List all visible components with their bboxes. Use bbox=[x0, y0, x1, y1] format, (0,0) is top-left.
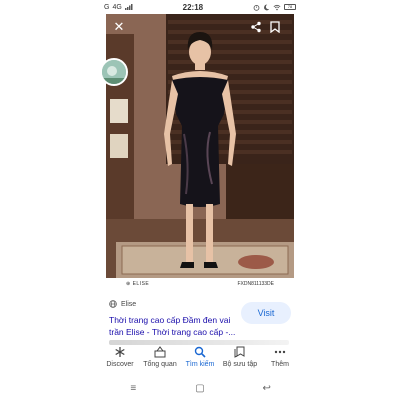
source-name: Elise bbox=[121, 300, 137, 308]
share-icon[interactable] bbox=[250, 18, 268, 36]
side-thumbnail[interactable] bbox=[100, 58, 128, 86]
signal-icon bbox=[124, 4, 133, 10]
nav-collections[interactable]: Bộ sưu tập bbox=[220, 346, 260, 368]
nav-discover[interactable]: Discover bbox=[100, 346, 140, 368]
nav-label: Bộ sưu tập bbox=[222, 361, 258, 368]
source-row[interactable]: Elise bbox=[109, 300, 136, 308]
visit-button[interactable]: Visit bbox=[241, 302, 291, 324]
nav-label: Tổng quan bbox=[143, 361, 177, 368]
blurred-snippet bbox=[109, 340, 289, 345]
asterisk-icon bbox=[115, 347, 125, 357]
alarm-icon bbox=[253, 4, 260, 11]
search-icon bbox=[194, 346, 206, 358]
collections-icon bbox=[234, 346, 245, 358]
wifi-icon bbox=[273, 4, 281, 10]
google-indicator: G bbox=[104, 3, 110, 11]
caption-brand-text: ELISE bbox=[132, 281, 150, 287]
nav-more[interactable]: Thêm bbox=[260, 346, 300, 368]
nav-overview[interactable]: Tổng quan bbox=[140, 346, 180, 368]
status-time: 22:18 bbox=[182, 2, 204, 12]
status-left: G 4G bbox=[104, 4, 133, 11]
phone-screen: G 4G 22:18 78 ✕ ⊕ ELISE FXDN811133DE Eli… bbox=[100, 0, 300, 400]
status-right: 78 bbox=[253, 4, 296, 11]
moon-icon bbox=[264, 4, 270, 10]
image-caption: ⊕ ELISE FXDN811133DE bbox=[106, 278, 294, 290]
caption-code: FXDN811133DE bbox=[237, 281, 275, 287]
network-indicator: 4G bbox=[112, 3, 122, 11]
caption-brand: ⊕ ELISE bbox=[126, 281, 150, 287]
product-image[interactable]: ✕ bbox=[106, 14, 294, 278]
nav-label: Thêm bbox=[271, 361, 289, 368]
globe-icon bbox=[109, 300, 117, 308]
nav-search[interactable]: Tìm kiếm bbox=[180, 346, 220, 368]
system-navigation: ≡ ▢ ↩ bbox=[100, 378, 300, 398]
overview-icon bbox=[154, 346, 166, 358]
result-title[interactable]: Thời trang cao cấp Đầm đen vai trần Elis… bbox=[109, 314, 239, 338]
home-icon[interactable]: ▢ bbox=[185, 383, 215, 394]
recents-icon[interactable]: ≡ bbox=[118, 383, 148, 394]
bottom-navigation: Discover Tổng quan Tìm kiếm Bộ sưu tập T… bbox=[100, 346, 300, 376]
status-bar: G 4G 22:18 78 bbox=[100, 0, 300, 14]
close-icon[interactable]: ✕ bbox=[110, 18, 128, 36]
product-photo bbox=[106, 14, 294, 278]
nav-label: Discover bbox=[106, 361, 134, 368]
bookmark-icon[interactable] bbox=[270, 18, 288, 36]
battery-icon: 78 bbox=[283, 4, 296, 10]
more-icon bbox=[274, 350, 286, 354]
back-icon[interactable]: ↩ bbox=[252, 383, 282, 394]
nav-label: Tìm kiếm bbox=[185, 361, 215, 368]
